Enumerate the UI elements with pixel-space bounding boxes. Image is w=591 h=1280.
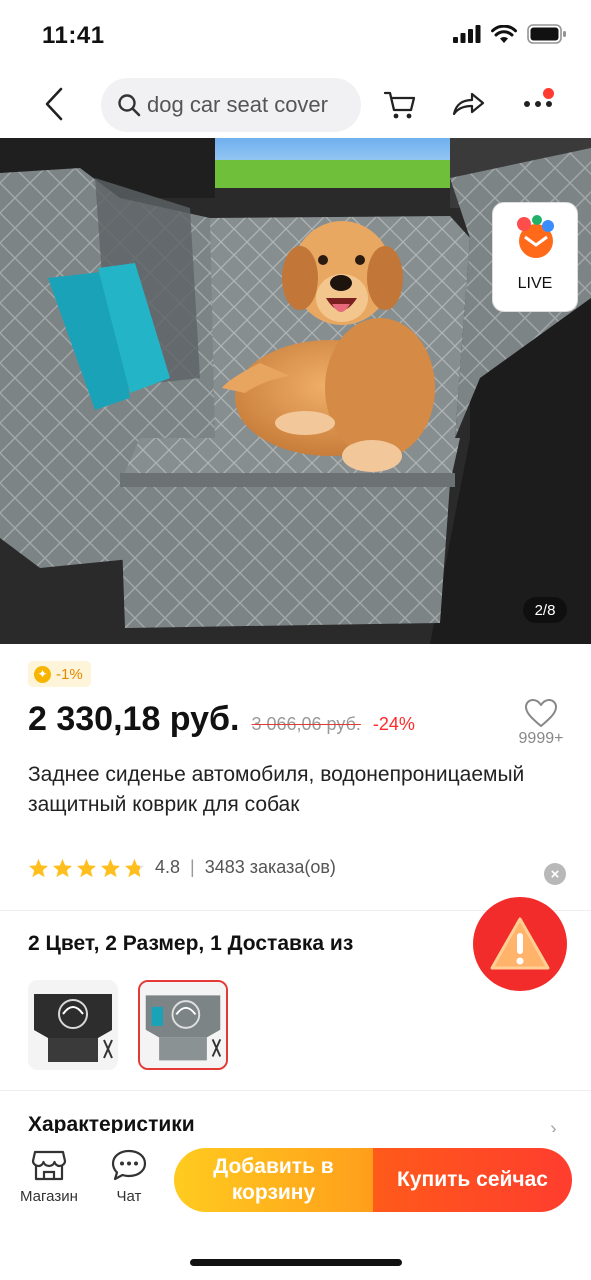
buy-now-button[interactable]: Купить сейчас bbox=[373, 1148, 572, 1212]
more-icon bbox=[524, 101, 552, 107]
search-icon bbox=[118, 94, 141, 117]
search-input[interactable]: dog car seat cover bbox=[101, 78, 361, 132]
live-stream-icon bbox=[517, 215, 554, 258]
chat-tab[interactable]: Чат bbox=[110, 1148, 148, 1205]
chevron-right-icon[interactable]: › bbox=[550, 1118, 557, 1132]
wifi-icon bbox=[491, 24, 517, 43]
specs-title[interactable]: Характеристики bbox=[28, 1113, 195, 1133]
divider bbox=[0, 1090, 591, 1091]
status-bar: 11:41 bbox=[0, 0, 591, 70]
variants-title[interactable]: 2 Цвет, 2 Размер, 1 Доставка из bbox=[28, 932, 353, 956]
variant-thumb-gray[interactable] bbox=[138, 980, 228, 1070]
battery-icon bbox=[527, 24, 566, 44]
orders-count: 3483 заказа(ов) bbox=[204, 857, 336, 877]
discount-percent: -24% bbox=[372, 714, 415, 734]
current-price: 2 330,18 руб. bbox=[28, 700, 240, 738]
back-arrow-icon bbox=[45, 87, 63, 121]
variant-thumb-black[interactable] bbox=[28, 980, 118, 1070]
product-title: Заднее сиденье автомобиля, водонепроница… bbox=[28, 763, 525, 816]
star-icon bbox=[100, 858, 121, 877]
rating-stars bbox=[28, 858, 145, 878]
star-icon bbox=[124, 858, 145, 877]
live-badge[interactable]: LIVE bbox=[492, 202, 578, 312]
chat-label: Чат bbox=[116, 1188, 142, 1205]
star-icon bbox=[28, 858, 49, 877]
live-label: LIVE bbox=[517, 275, 553, 292]
price-row: 2 330,18 руб. 3 066,06 руб. -24% bbox=[28, 700, 415, 739]
share-button[interactable] bbox=[448, 86, 488, 122]
rating-separator: | bbox=[190, 857, 195, 877]
back-button[interactable] bbox=[36, 84, 72, 124]
coin-icon: ✦ bbox=[34, 665, 51, 683]
add-to-cart-button[interactable]: Добавить в корзину bbox=[174, 1148, 373, 1212]
warning-button[interactable] bbox=[473, 897, 567, 991]
search-query: dog car seat cover bbox=[147, 92, 328, 117]
purchase-buttons: Добавить в корзину Купить сейчас bbox=[174, 1148, 572, 1212]
store-label: Магазин bbox=[20, 1188, 78, 1205]
signal-icon bbox=[453, 25, 481, 43]
close-icon[interactable]: × bbox=[544, 863, 566, 885]
share-icon bbox=[452, 92, 485, 116]
cart-button[interactable] bbox=[380, 86, 420, 122]
rating-value: 4.8 bbox=[155, 857, 181, 877]
coin-discount-badge[interactable]: ✦ -1% bbox=[28, 661, 91, 687]
star-icon bbox=[52, 858, 73, 877]
variant-gray-image bbox=[140, 982, 226, 1068]
top-nav-bar: dog car seat cover bbox=[0, 70, 591, 138]
more-button[interactable] bbox=[518, 86, 558, 122]
star-icon bbox=[76, 858, 97, 877]
image-counter: 2/8 bbox=[523, 597, 567, 623]
notification-dot bbox=[543, 88, 554, 99]
status-time: 11:41 bbox=[42, 22, 105, 49]
home-indicator[interactable] bbox=[190, 1259, 402, 1266]
product-image-gallery[interactable]: LIVE 2/8 bbox=[0, 138, 591, 644]
wishlist-count: 9999+ bbox=[518, 730, 564, 747]
rating-row[interactable]: 4.8 | 3483 заказа(ов) bbox=[28, 857, 336, 878]
cart-icon bbox=[383, 91, 416, 119]
variant-black-image bbox=[28, 980, 118, 1070]
heart-icon bbox=[525, 699, 557, 727]
warning-icon bbox=[490, 917, 550, 970]
old-price: 3 066,06 руб. bbox=[251, 714, 361, 734]
chat-icon bbox=[111, 1149, 147, 1181]
wishlist-button[interactable]: 9999+ bbox=[512, 698, 570, 748]
status-icons bbox=[453, 24, 567, 44]
store-tab[interactable]: Магазин bbox=[20, 1148, 78, 1205]
store-icon bbox=[31, 1150, 67, 1181]
coin-badge-text: -1% bbox=[56, 665, 83, 683]
